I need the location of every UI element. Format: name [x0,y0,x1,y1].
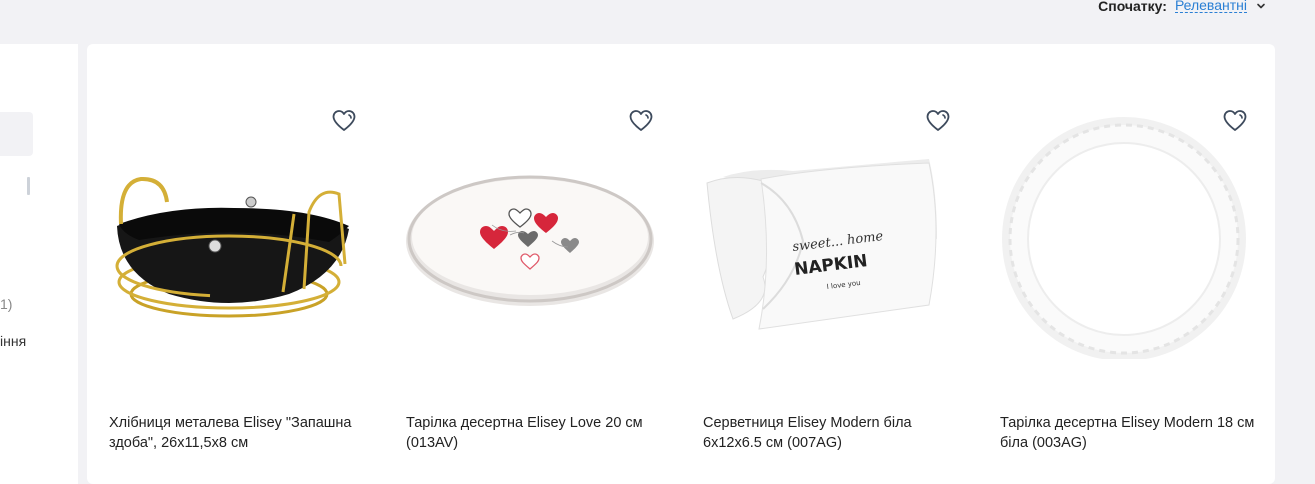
filter-scroll-indicator[interactable] [27,177,30,195]
filter-sidebar: 1) іння [0,44,78,484]
chevron-down-icon[interactable] [1255,0,1267,12]
product-grid: Хлібниця металева Elisey "Запашна здоба"… [87,44,1275,484]
product-title[interactable]: Хлібниця металева Elisey "Запашна здоба"… [109,413,369,453]
sort-dropdown[interactable]: Релевантні [1174,0,1247,13]
heart-icon[interactable] [1222,108,1248,134]
product-image[interactable]: sweet... home NAPKIN I love you [703,104,953,364]
filter-count-fragment: 1) [0,296,13,312]
product-image[interactable] [109,104,359,364]
product-image[interactable] [406,104,656,364]
sort-control: Спочатку: Релевантні [1098,0,1267,14]
product-image[interactable] [1000,104,1250,364]
love-plate-image [406,175,654,306]
product-title[interactable]: Серветниця Elisey Modern біла 6х12х6.5 с… [703,413,963,453]
white-plate-image [1002,117,1246,359]
product-title[interactable]: Тарілка десертна Elisey Modern 18 см біл… [1000,413,1260,453]
filter-selected-item[interactable] [0,112,33,156]
product-card[interactable]: Тарілка десертна Elisey Modern 18 см біл… [978,44,1275,484]
heart-icon[interactable] [925,108,951,134]
filter-label-fragment[interactable]: іння [0,333,26,349]
product-card[interactable]: Хлібниця металева Elisey "Запашна здоба"… [87,44,384,484]
heart-icon[interactable] [331,108,357,134]
bread-basket-image [115,176,349,318]
napkin-holder-image: sweet... home NAPKIN I love you [706,159,937,330]
product-card[interactable]: Тарілка десертна Elisey Love 20 см (013A… [384,44,681,484]
product-card[interactable]: sweet... home NAPKIN I love you Серветни… [681,44,978,484]
product-title[interactable]: Тарілка десертна Elisey Love 20 см (013A… [406,413,666,453]
heart-icon[interactable] [628,108,654,134]
sort-label: Спочатку: [1098,0,1167,14]
